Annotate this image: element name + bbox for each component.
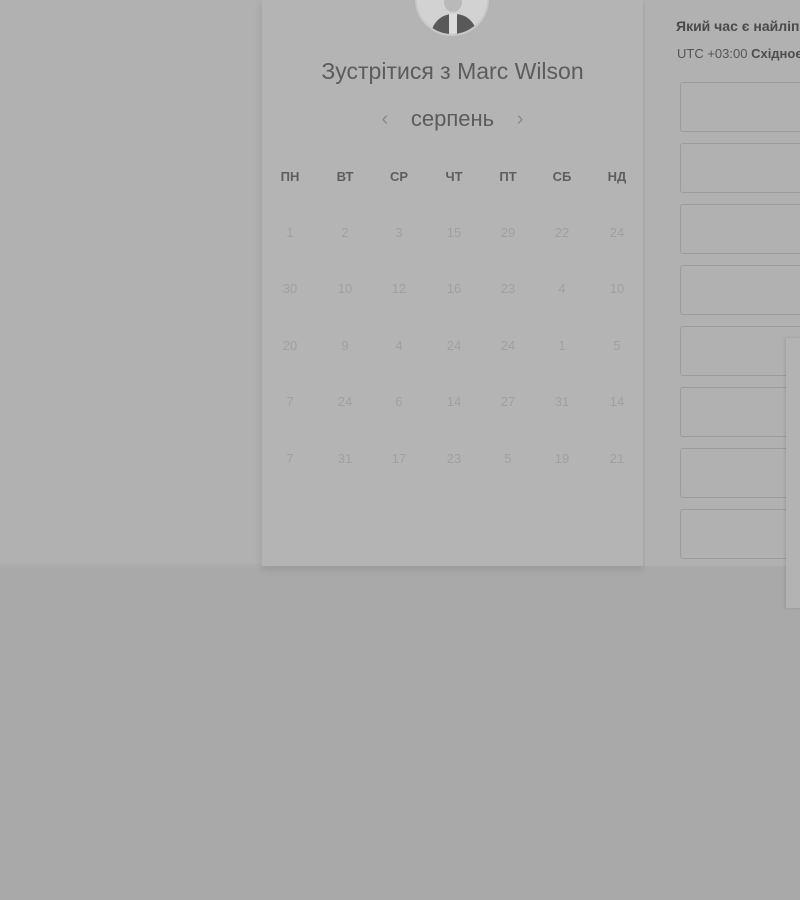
- calendar-day[interactable]: 9: [323, 331, 367, 361]
- calendar-day[interactable]: 10: [595, 274, 639, 304]
- calendar-day[interactable]: 17: [377, 444, 421, 474]
- time-slot-button[interactable]: [680, 265, 800, 315]
- avatar-shirt: [449, 14, 457, 34]
- calendar-day[interactable]: 31: [540, 387, 584, 417]
- calendar-day[interactable]: 6: [377, 387, 421, 417]
- calendar-day[interactable]: 23: [486, 274, 530, 304]
- time-slot-button[interactable]: [680, 448, 800, 498]
- weekday-label: НД: [607, 169, 627, 184]
- calendar-day[interactable]: 4: [377, 331, 421, 361]
- calendar-day[interactable]: 23: [432, 444, 476, 474]
- timezone-label[interactable]: UTC +03:00 Східноєвропейський час: [677, 46, 800, 61]
- calendar-day[interactable]: 24: [486, 331, 530, 361]
- calendar-day[interactable]: 24: [323, 387, 367, 417]
- calendar-day[interactable]: 4: [540, 274, 584, 304]
- weekday-label: ЧТ: [445, 169, 463, 184]
- calendar-day[interactable]: 14: [432, 387, 476, 417]
- calendar-day[interactable]: 22: [540, 218, 584, 248]
- time-slot-button[interactable]: [680, 387, 800, 437]
- calendar-day[interactable]: 3: [377, 218, 421, 248]
- weekday-label: СБ: [552, 169, 572, 184]
- calendar-day[interactable]: 24: [432, 331, 476, 361]
- calendar-day[interactable]: 21: [595, 444, 639, 474]
- calendar-day[interactable]: 27: [486, 387, 530, 417]
- calendar-day[interactable]: 5: [486, 444, 530, 474]
- weekday-label: СР: [389, 169, 409, 184]
- calendar-day[interactable]: 2: [323, 218, 367, 248]
- week-row: 30 10 12 16 23 4 10: [262, 274, 643, 304]
- week-row: 7 31 17 23 5 19 21: [262, 444, 643, 474]
- month-label: серпень: [410, 106, 495, 131]
- week-row: 20 9 4 24 24 1 5: [262, 331, 643, 361]
- calendar-day[interactable]: 5: [595, 331, 639, 361]
- calendar-day[interactable]: 7: [268, 387, 312, 417]
- week-row: 1 2 3 15 29 22 24: [262, 218, 643, 248]
- time-slot-button[interactable]: [680, 204, 800, 254]
- weekday-label: ПН: [280, 169, 300, 184]
- calendar-day[interactable]: 19: [540, 444, 584, 474]
- calendar-day[interactable]: 30: [268, 274, 312, 304]
- time-slot-button[interactable]: [680, 326, 800, 376]
- week-row: 7 24 6 14 27 31 14: [262, 387, 643, 417]
- page-title: Зустрітися з Marc Wilson: [321, 58, 584, 84]
- popup-panel: [786, 338, 800, 608]
- calendar-day[interactable]: 10: [323, 274, 367, 304]
- weekday-label: ВТ: [336, 169, 354, 184]
- calendar-day[interactable]: 31: [323, 444, 367, 474]
- calendar-day[interactable]: 7: [268, 444, 312, 474]
- weekday-row: ПН ВТ СР ЧТ ПТ СБ НД: [262, 162, 643, 192]
- calendar-day[interactable]: 14: [595, 387, 639, 417]
- calendar-day[interactable]: 15: [432, 218, 476, 248]
- timezone-offset: UTC +03:00: [677, 46, 748, 61]
- calendar-day[interactable]: 24: [595, 218, 639, 248]
- avatar-head: [444, 0, 462, 12]
- weekday-label: ПТ: [499, 169, 517, 184]
- calendar-day[interactable]: 1: [268, 218, 312, 248]
- calendar-day[interactable]: 1: [540, 331, 584, 361]
- time-slot-button[interactable]: [680, 82, 800, 132]
- page: Зустрітися з Marc Wilson ‹ серпень › ПН В…: [0, 0, 800, 900]
- calendar-day[interactable]: 29: [486, 218, 530, 248]
- month-navigation: ‹ серпень ›: [262, 106, 643, 132]
- time-slot-button[interactable]: [680, 509, 800, 559]
- calendar-day[interactable]: 12: [377, 274, 421, 304]
- calendar-day[interactable]: 16: [432, 274, 476, 304]
- timezone-name: Східноєвропейський час: [751, 46, 800, 61]
- calendar-day[interactable]: 20: [268, 331, 312, 361]
- time-question: Який час є найліпшим?: [676, 18, 800, 34]
- chevron-right-icon[interactable]: ›: [508, 107, 532, 131]
- chevron-left-icon[interactable]: ‹: [373, 107, 397, 131]
- time-slot-button[interactable]: [680, 143, 800, 193]
